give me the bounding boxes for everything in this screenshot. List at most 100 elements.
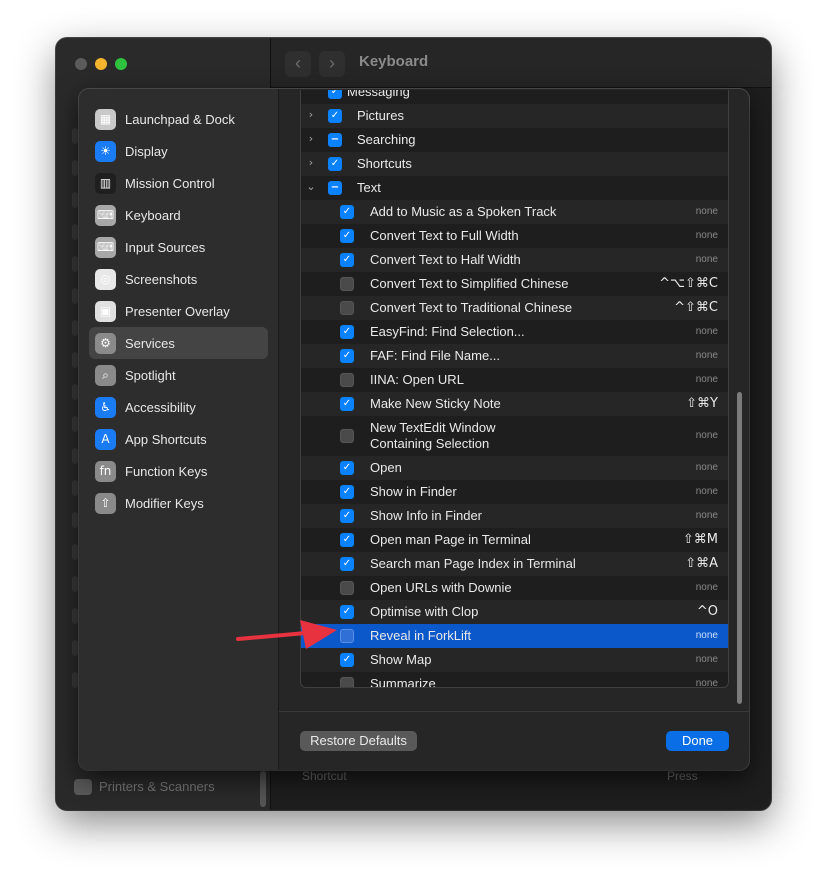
service-checkbox[interactable]: ✓ [340, 653, 354, 667]
group-checkbox[interactable]: − [328, 133, 342, 147]
sidebar-scrollbar[interactable] [260, 771, 266, 807]
service-row[interactable]: ✓ FAF: Find File Name... none [301, 344, 728, 368]
sidebar-item-keyboard[interactable]: ⌨ Keyboard [89, 199, 268, 231]
service-checkbox[interactable]: ✓ [340, 605, 354, 619]
group-checkbox[interactable]: ✓ [328, 109, 342, 123]
sidebar-item-accessibility[interactable]: ♿ Accessibility [89, 391, 268, 423]
shortcut-value[interactable]: none [696, 678, 718, 687]
shortcut-value[interactable]: none [696, 582, 718, 593]
shortcut-value[interactable]: none [696, 230, 718, 241]
service-checkbox[interactable]: ✓ [340, 229, 354, 243]
service-row[interactable]: ✓ Search man Page Index in Terminal ⇧⌘A [301, 552, 728, 576]
shortcut-value[interactable]: none [696, 206, 718, 217]
checkbox[interactable]: ✓ [328, 90, 342, 99]
sidebar-item-mission-control[interactable]: ▥ Mission Control [89, 167, 268, 199]
shortcut-value[interactable]: none [696, 326, 718, 337]
service-checkbox[interactable] [340, 429, 354, 443]
service-checkbox[interactable]: ✓ [340, 557, 354, 571]
service-row[interactable]: ✓ Show Map none [301, 648, 728, 672]
sidebar-item-services[interactable]: ⚙ Services [89, 327, 268, 359]
shortcut-value[interactable]: none [696, 630, 718, 641]
group-checkbox[interactable]: ✓ [328, 157, 342, 171]
sidebar-item-launchpad-dock[interactable]: ▦ Launchpad & Dock [89, 103, 268, 135]
service-row[interactable]: ✓ Optimise with Clop ^O [301, 600, 728, 624]
service-label: Optimise with Clop [370, 604, 479, 619]
service-checkbox[interactable]: ✓ [340, 325, 354, 339]
shortcut-value[interactable]: none [696, 654, 718, 665]
service-checkbox[interactable]: ✓ [340, 349, 354, 363]
sidebar-item-presenter-overlay[interactable]: ▣ Presenter Overlay [89, 295, 268, 327]
shortcut-value[interactable]: ⇧⌘M [683, 532, 718, 547]
shortcut-value[interactable]: none [696, 462, 718, 473]
done-button[interactable]: Done [666, 731, 729, 751]
service-checkbox[interactable]: ✓ [340, 485, 354, 499]
shortcut-value[interactable]: none [696, 254, 718, 265]
shortcut-value[interactable]: ⇧⌘Y [686, 396, 718, 411]
restore-defaults-button[interactable]: Restore Defaults [300, 731, 417, 751]
group-row-shortcuts[interactable]: › ✓ Shortcuts [301, 152, 728, 176]
service-checkbox[interactable]: ✓ [340, 205, 354, 219]
service-checkbox[interactable] [340, 581, 354, 595]
service-row[interactable]: Convert Text to Traditional Chinese ^⇧⌘C [301, 296, 728, 320]
sidebar-item-function-keys[interactable]: fn Function Keys [89, 455, 268, 487]
service-checkbox[interactable] [340, 373, 354, 387]
sidebar-item-display[interactable]: ☀ Display [89, 135, 268, 167]
service-row[interactable]: Open URLs with Downie none [301, 576, 728, 600]
service-checkbox[interactable]: ✓ [340, 509, 354, 523]
service-row[interactable]: ✓ Show in Finder none [301, 480, 728, 504]
sidebar-item-screenshots[interactable]: ◎ Screenshots [89, 263, 268, 295]
service-row[interactable]: ✓ Open man Page in Terminal ⇧⌘M [301, 528, 728, 552]
service-checkbox[interactable]: ✓ [340, 397, 354, 411]
minimize-window-button[interactable] [95, 58, 107, 70]
service-checkbox[interactable] [340, 277, 354, 291]
sidebar-item-input-sources[interactable]: ⌨ Input Sources [89, 231, 268, 263]
service-row[interactable]: IINA: Open URL none [301, 368, 728, 392]
shortcut-value[interactable]: ^⌥⇧⌘C [659, 276, 718, 291]
service-checkbox[interactable] [340, 301, 354, 315]
service-checkbox[interactable] [340, 629, 354, 643]
zoom-window-button[interactable] [115, 58, 127, 70]
service-row[interactable]: ✓ Convert Text to Full Width none [301, 224, 728, 248]
close-window-button[interactable] [75, 58, 87, 70]
shortcut-value[interactable]: ^O [697, 604, 718, 619]
shortcut-value[interactable]: ⇧⌘A [685, 556, 718, 571]
shortcut-value[interactable]: none [696, 350, 718, 361]
back-button[interactable]: ‹ [285, 51, 311, 77]
sidebar-item-spotlight[interactable]: ⌕ Spotlight [89, 359, 268, 391]
scrollbar-thumb[interactable] [737, 392, 742, 704]
sidebar-item-modifier-keys[interactable]: ⇧ Modifier Keys [89, 487, 268, 519]
forward-button[interactable]: › [319, 51, 345, 77]
shortcut-value[interactable]: none [696, 430, 718, 441]
service-row[interactable]: ✓ Make New Sticky Note ⇧⌘Y [301, 392, 728, 416]
chevron-right-icon[interactable]: › [304, 132, 318, 145]
sidebar-item-app-shortcuts[interactable]: A App Shortcuts [89, 423, 268, 455]
shortcut-value[interactable]: none [696, 486, 718, 497]
chevron-down-icon[interactable]: ⌄ [304, 180, 318, 193]
sidebar-item-printers-scanners[interactable]: Printers & Scanners [99, 779, 215, 794]
service-checkbox[interactable] [340, 677, 354, 687]
service-row[interactable]: New TextEdit Window Containing Selection n… [301, 416, 728, 456]
service-row[interactable]: Reveal in ForkLift none [301, 624, 728, 648]
sidebar-item-label: Presenter Overlay [125, 303, 230, 319]
shortcut-value[interactable]: ^⇧⌘C [674, 300, 718, 315]
service-row[interactable]: Convert Text to Simplified Chinese ^⌥⇧⌘C [301, 272, 728, 296]
chevron-right-icon[interactable]: › [304, 156, 318, 169]
service-row[interactable]: Summarize none [301, 672, 728, 687]
service-checkbox[interactable]: ✓ [340, 533, 354, 547]
service-row[interactable]: ✓ Show Info in Finder none [301, 504, 728, 528]
service-row[interactable]: ✓ Convert Text to Half Width none [301, 248, 728, 272]
service-row[interactable]: ✓ EasyFind: Find Selection... none [301, 320, 728, 344]
service-checkbox[interactable]: ✓ [340, 253, 354, 267]
group-row-messaging[interactable]: ✓ Messaging [301, 90, 728, 104]
shortcut-value[interactable]: none [696, 374, 718, 385]
service-row[interactable]: ✓ Open none [301, 456, 728, 480]
services-scrollbar[interactable] [735, 89, 745, 709]
service-checkbox[interactable]: ✓ [340, 461, 354, 475]
chevron-right-icon[interactable]: › [304, 108, 318, 121]
group-row-searching[interactable]: › − Searching [301, 128, 728, 152]
service-row[interactable]: ✓ Add to Music as a Spoken Track none [301, 200, 728, 224]
group-checkbox[interactable]: − [328, 181, 342, 195]
group-row-pictures[interactable]: › ✓ Pictures [301, 104, 728, 128]
group-row-text[interactable]: ⌄ − Text [301, 176, 728, 200]
shortcut-value[interactable]: none [696, 510, 718, 521]
